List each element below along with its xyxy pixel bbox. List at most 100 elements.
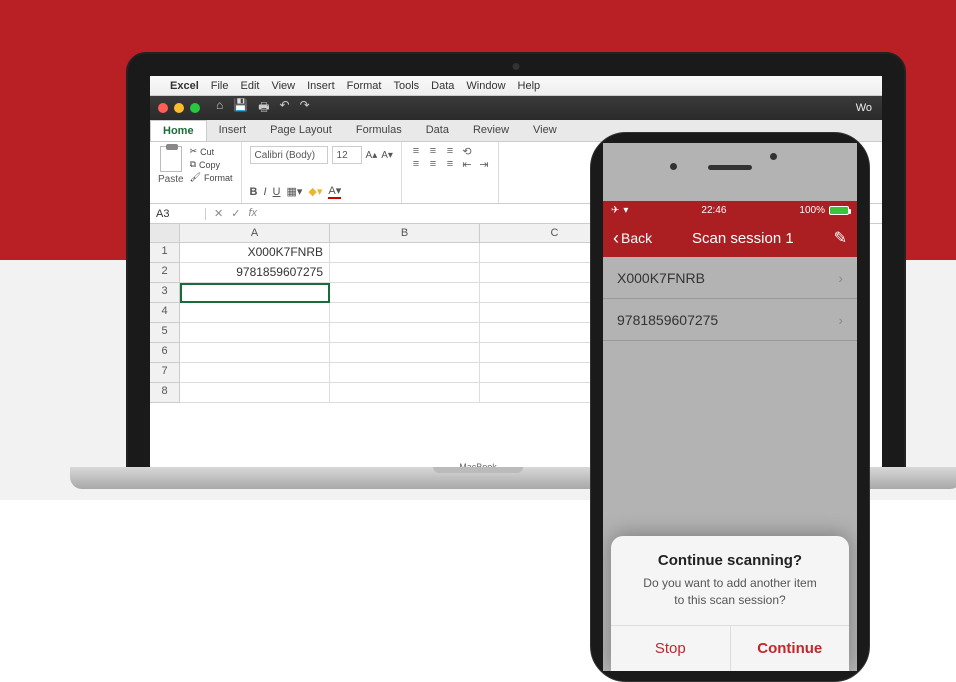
border-button[interactable]: ▦▾ [287,185,303,198]
row-header-4[interactable]: 4 [150,303,180,323]
row-header-3[interactable]: 3 [150,283,180,303]
row-header-1[interactable]: 1 [150,243,180,263]
font-color-button[interactable]: A▾ [328,184,341,199]
cell-b7[interactable] [330,363,480,383]
align-center-icon[interactable]: ≡ [427,159,439,169]
alignment-group: ≡ ≡ ≡ ⟲ ≡ ≡ ≡ ⇤ ⇥ [402,142,499,203]
align-bottom-icon[interactable]: ≡ [444,146,456,156]
increase-font-icon[interactable]: A▴ [366,150,378,161]
phone-nav-bar: ‹ Back Scan session 1 ✎ [603,219,857,257]
font-name-select[interactable]: Calibri (Body) [250,146,328,164]
menu-help[interactable]: Help [518,80,541,92]
excel-titlebar: ⌂ 💾 🖶 ↶ ↷ Wo [150,96,882,120]
select-all-corner[interactable] [150,224,180,243]
cell-b4[interactable] [330,303,480,323]
cut-button[interactable]: ✂ Cut [190,146,233,157]
name-box[interactable]: A3 [150,208,206,220]
font-size-select[interactable]: 12 [332,146,362,164]
menu-insert[interactable]: Insert [307,80,335,92]
tab-view[interactable]: View [521,120,569,141]
tab-formulas[interactable]: Formulas [344,120,414,141]
close-button[interactable] [158,103,168,113]
list-item[interactable]: 9781859607275 › [603,299,857,341]
app-name[interactable]: Excel [170,80,199,92]
menu-edit[interactable]: Edit [240,80,259,92]
laptop-notch [433,467,523,473]
cell-b5[interactable] [330,323,480,343]
edit-icon[interactable]: ✎ [834,228,847,248]
fill-color-button[interactable]: ◆▾ [308,185,322,198]
quick-access-toolbar: ⌂ 💾 🖶 ↶ ↷ [216,98,310,119]
underline-button[interactable]: U [273,186,281,198]
row-header-7[interactable]: 7 [150,363,180,383]
tab-home[interactable]: Home [150,120,207,141]
cell-b3[interactable] [330,283,480,303]
orientation-icon[interactable]: ⟲ [461,146,473,156]
undo-icon[interactable]: ↶ [280,98,290,119]
bold-button[interactable]: B [250,186,258,198]
row-header-6[interactable]: 6 [150,343,180,363]
confirm-formula-icon[interactable]: ✓ [231,207,240,220]
laptop-camera [513,63,520,70]
italic-button[interactable]: I [263,186,266,198]
cell-b2[interactable] [330,263,480,283]
fx-label[interactable]: fx [248,207,257,220]
menu-data[interactable]: Data [431,80,454,92]
cell-a3-selected[interactable] [180,283,330,303]
tab-page-layout[interactable]: Page Layout [258,120,344,141]
tab-data[interactable]: Data [414,120,461,141]
format-painter-button[interactable]: 🖌 Format [190,172,233,183]
font-group: Calibri (Body) 12 A▴ A▾ B I U ▦▾ ◆▾ A▾ [242,142,402,203]
cell-a2[interactable]: 9781859607275 [180,263,330,283]
continue-button[interactable]: Continue [731,626,850,671]
align-left-icon[interactable]: ≡ [410,159,422,169]
decrease-indent-icon[interactable]: ⇤ [461,159,473,169]
cell-a6[interactable] [180,343,330,363]
cell-a1[interactable]: X000K7FNRB [180,243,330,263]
menu-window[interactable]: Window [466,80,505,92]
cell-a8[interactable] [180,383,330,403]
paste-button[interactable]: Paste [158,146,184,185]
cell-b1[interactable] [330,243,480,263]
macos-menubar: Excel File Edit View Insert Format Tools… [150,76,882,96]
window-controls [158,103,200,113]
menu-file[interactable]: File [211,80,229,92]
menu-format[interactable]: Format [347,80,382,92]
phone-speaker [708,165,752,170]
align-middle-icon[interactable]: ≡ [427,146,439,156]
redo-icon[interactable]: ↷ [300,98,310,119]
cell-a7[interactable] [180,363,330,383]
cell-b6[interactable] [330,343,480,363]
back-button[interactable]: ‹ Back [613,228,652,249]
align-right-icon[interactable]: ≡ [444,159,456,169]
save-icon[interactable]: 💾 [233,98,248,119]
menu-tools[interactable]: Tools [393,80,419,92]
document-name: Wo [856,102,872,114]
chevron-right-icon: › [838,312,843,328]
print-icon[interactable]: 🖶 [258,98,269,119]
row-header-2[interactable]: 2 [150,263,180,283]
cell-a4[interactable] [180,303,330,323]
home-icon[interactable]: ⌂ [216,98,223,119]
col-header-b[interactable]: B [330,224,480,243]
align-top-icon[interactable]: ≡ [410,146,422,156]
cancel-formula-icon[interactable]: ✕ [214,207,223,220]
cell-a5[interactable] [180,323,330,343]
decrease-font-icon[interactable]: A▾ [381,150,393,161]
list-item[interactable]: X000K7FNRB › [603,257,857,299]
cell-b8[interactable] [330,383,480,403]
minimize-button[interactable] [174,103,184,113]
stop-button[interactable]: Stop [611,626,731,671]
col-header-a[interactable]: A [180,224,330,243]
copy-button[interactable]: ⧉ Copy [190,159,233,170]
menu-view[interactable]: View [271,80,295,92]
chevron-right-icon: › [838,270,843,286]
tab-review[interactable]: Review [461,120,521,141]
maximize-button[interactable] [190,103,200,113]
battery-percent: 100% [799,205,825,216]
row-header-5[interactable]: 5 [150,323,180,343]
tab-insert[interactable]: Insert [207,120,259,141]
increase-indent-icon[interactable]: ⇥ [478,159,490,169]
clipboard-group: Paste ✂ Cut ⧉ Copy 🖌 Format [150,142,242,203]
row-header-8[interactable]: 8 [150,383,180,403]
